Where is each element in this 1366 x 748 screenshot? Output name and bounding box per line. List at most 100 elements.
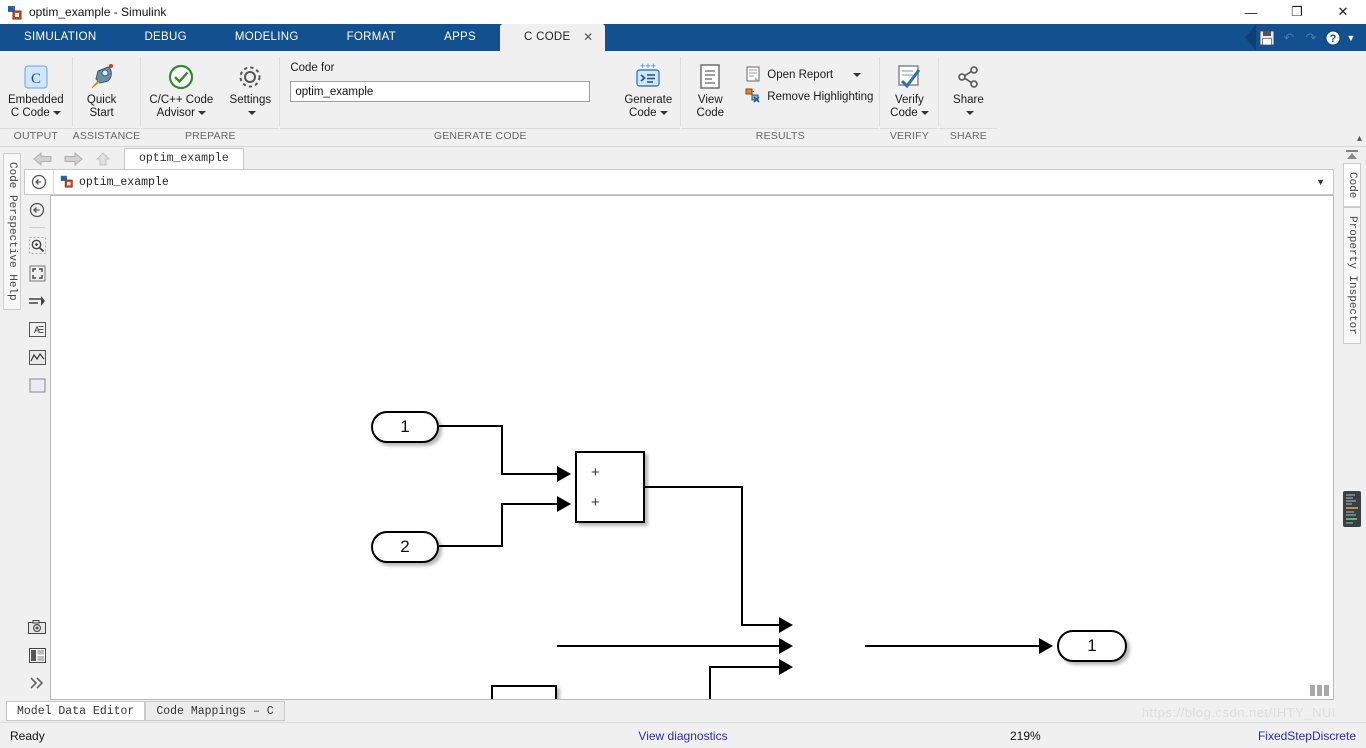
tab-c-code-label: C CODE xyxy=(523,31,571,43)
c-badge-icon: C xyxy=(21,60,51,94)
chevron-down-icon[interactable] xyxy=(247,110,256,115)
c-cpp-code-advisor-label-1: C/C++ Code xyxy=(149,94,214,106)
tab-format[interactable]: FORMAT xyxy=(323,24,421,51)
tab-model-data-editor[interactable]: Model Data Editor xyxy=(6,701,146,721)
document-lines-icon xyxy=(696,60,724,94)
tab-c-code[interactable]: C CODE ✕ xyxy=(499,24,605,51)
chevron-down-icon[interactable] xyxy=(853,73,862,77)
minimize-button[interactable]: — xyxy=(1228,0,1274,24)
chevron-down-icon[interactable] xyxy=(965,110,974,115)
generate-code-button[interactable]: +++ Generate Code xyxy=(616,56,680,120)
ribbon-group-verify: Verify Code VERIFY xyxy=(880,51,939,146)
chevron-down-icon[interactable] xyxy=(52,110,61,115)
fit-to-view-icon[interactable] xyxy=(26,262,48,284)
quick-start-label-2: Start xyxy=(89,107,114,119)
generate-code-label-1: Generate xyxy=(624,94,673,106)
window-controls: — ❐ ✕ xyxy=(1228,0,1366,24)
sum-block[interactable]: + + xyxy=(575,451,645,523)
snapshot-camera-icon[interactable] xyxy=(26,616,48,638)
close-icon[interactable]: ✕ xyxy=(583,24,593,51)
tab-code-mappings-c[interactable]: Code Mappings – C xyxy=(145,701,285,721)
settings-label: Settings xyxy=(229,94,272,106)
nav-back-icon[interactable] xyxy=(28,149,58,169)
canvas-resize-grip[interactable] xyxy=(1310,685,1329,696)
share-button[interactable]: Share xyxy=(939,56,997,120)
wire xyxy=(439,425,503,427)
more-tools-icon[interactable] xyxy=(26,672,48,694)
property-inspector-tab[interactable]: Property Inspector xyxy=(1343,207,1361,345)
code-for-field-group: Code for xyxy=(280,56,600,102)
constant-block[interactable]: 1 xyxy=(491,685,557,699)
main-area: Code Perspective Help optim_example opti… xyxy=(0,147,1366,700)
code-panel-tab[interactable]: Code xyxy=(1343,163,1361,208)
code-perspective-help-tab[interactable]: Code Perspective Help xyxy=(3,153,21,310)
breadcrumb-path-box[interactable]: optim_example xyxy=(53,169,1316,195)
results-small-items: Open Report Remove Highlighting xyxy=(739,56,879,108)
close-button[interactable]: ✕ xyxy=(1320,0,1366,24)
inport-block-2[interactable]: 2 xyxy=(371,531,439,563)
nav-forward-icon[interactable] xyxy=(58,149,88,169)
ribbon-tab-strip: SIMULATION DEBUG MODELING FORMAT APPS C … xyxy=(0,24,1366,51)
tab-apps[interactable]: APPS xyxy=(420,24,500,51)
explore-back-icon[interactable] xyxy=(26,199,48,221)
nav-up-icon[interactable] xyxy=(88,149,118,169)
quick-access-chevron-icon[interactable]: ▼ xyxy=(1344,24,1366,51)
rocket-icon xyxy=(86,60,118,94)
undo-icon[interactable]: ↶ xyxy=(1278,24,1300,51)
window-title: optim_example - Simulink xyxy=(29,5,167,19)
signal-arrow-icon[interactable] xyxy=(26,290,48,312)
view-diagnostics-link[interactable]: View diagnostics xyxy=(638,729,727,743)
settings-button[interactable]: Settings xyxy=(221,56,279,120)
c-cpp-code-advisor-label-2: Advisor xyxy=(156,107,196,119)
maximize-button[interactable]: ❐ xyxy=(1274,0,1320,24)
breadcrumb: optim_example ▼ xyxy=(24,169,1334,195)
inport-block-1[interactable]: 1 xyxy=(371,411,439,443)
wire xyxy=(501,503,503,547)
chevron-down-icon[interactable] xyxy=(920,110,929,115)
breadcrumb-back-icon[interactable] xyxy=(25,174,53,190)
block-rectangle-icon[interactable] xyxy=(26,374,48,396)
solver-name-text[interactable]: FixedStepDiscrete xyxy=(1258,729,1356,743)
tab-simulation[interactable]: SIMULATION xyxy=(0,24,120,51)
chevron-down-icon[interactable] xyxy=(198,110,207,115)
ribbon-group-prepare-label: PREPARE xyxy=(141,128,280,146)
chevron-down-icon[interactable] xyxy=(659,110,668,115)
title-bar: optim_example - Simulink — ❐ ✕ xyxy=(0,0,1366,24)
quick-start-label-1: Quick xyxy=(86,94,117,106)
open-report-item[interactable]: Open Report xyxy=(739,64,879,86)
zoom-level-text[interactable]: 219% xyxy=(1010,729,1041,743)
zoom-in-icon[interactable] xyxy=(26,234,48,256)
outport-block-1[interactable]: 1 xyxy=(1057,630,1127,662)
generate-code-icon: +++ xyxy=(632,60,664,94)
c-cpp-code-advisor-button[interactable]: C/C++ Code Advisor xyxy=(141,56,221,120)
code-for-input[interactable] xyxy=(290,81,591,102)
ribbon-group-verify-label: VERIFY xyxy=(880,128,939,146)
redo-icon[interactable]: ↷ xyxy=(1300,24,1322,51)
ribbon-group-output: C Embedded C Code OUTPUT xyxy=(0,51,72,146)
collapse-panel-icon[interactable] xyxy=(1345,147,1359,163)
remove-highlighting-item[interactable]: Remove Highlighting xyxy=(739,86,879,108)
status-ready-text: Ready xyxy=(10,728,45,743)
share-nodes-icon xyxy=(953,60,983,94)
tab-debug[interactable]: DEBUG xyxy=(120,24,210,51)
view-code-label-1: View xyxy=(697,94,723,106)
scope-viewer-icon[interactable] xyxy=(26,346,48,368)
code-preview-thumbnail[interactable] xyxy=(1343,491,1361,530)
model-tab-optim-example[interactable]: optim_example xyxy=(124,148,244,169)
view-code-button[interactable]: View Code xyxy=(681,56,739,120)
annotation-text-icon[interactable]: A xyxy=(26,318,48,340)
remove-highlighting-label: Remove Highlighting xyxy=(767,91,874,103)
verify-code-button[interactable]: Verify Code xyxy=(880,56,938,120)
help-icon[interactable]: ? xyxy=(1322,24,1344,51)
chevron-down-icon[interactable]: ▼ xyxy=(1316,177,1333,187)
collapse-ribbon-button[interactable]: ▴ xyxy=(1357,133,1362,144)
tab-modeling[interactable]: MODELING xyxy=(211,24,323,51)
code-for-label: Code for xyxy=(290,62,335,74)
embedded-c-code-button[interactable]: C Embedded C Code xyxy=(0,56,72,120)
layout-panels-icon[interactable] xyxy=(26,644,48,666)
save-icon[interactable] xyxy=(1256,24,1278,51)
embedded-c-code-label-2: C Code xyxy=(10,107,50,119)
model-canvas[interactable]: 1 2 3 4 + + 1 xyxy=(50,195,1334,700)
quick-start-button[interactable]: Quick Start xyxy=(73,56,131,120)
generate-code-label-2: Code xyxy=(629,107,657,119)
